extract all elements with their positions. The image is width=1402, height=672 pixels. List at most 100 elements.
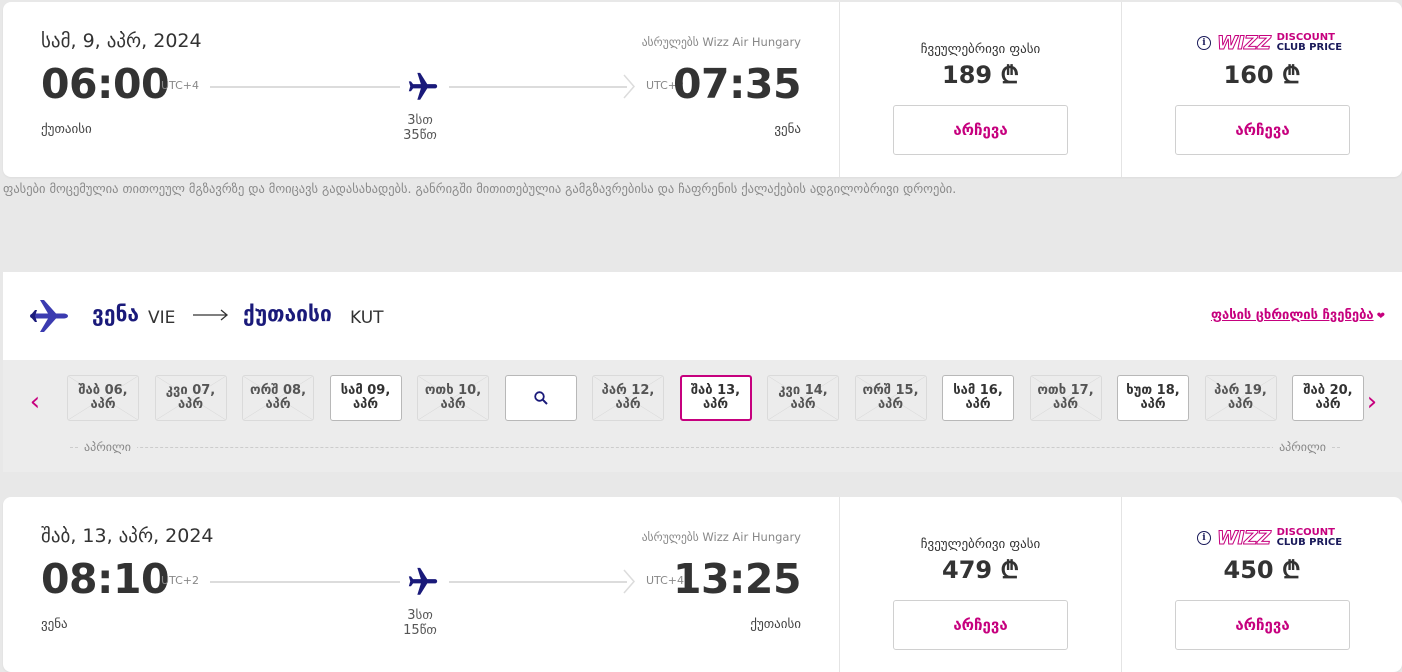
date-chip-day: სამ 09, (340, 382, 391, 398)
destination-code: KUT (350, 308, 384, 328)
date-chip-day: კვი 07, (165, 382, 216, 398)
departure-city: ვენა (41, 617, 68, 632)
operated-by: ასრულებს Wizz Air Hungary (641, 530, 801, 544)
price-disclaimer: ფასები მოცემულია თითოეულ მგზავრზე და მოი… (3, 181, 957, 196)
long-arrow-icon (193, 309, 229, 321)
date-chip[interactable]: ორშ 15, აპრ (854, 375, 927, 421)
show-price-table-link[interactable]: ფასის ცხრილის ჩვენება ❤ (1211, 308, 1385, 323)
airplane-icon (30, 300, 68, 332)
heart-icon: ❤ (1376, 311, 1385, 322)
date-chip-day: შაბ 20, (1303, 382, 1353, 398)
date-chip-day: პარ 19, (1214, 382, 1267, 398)
flight-date: სამ, 9, აპრ, 2024 (41, 30, 202, 52)
date-chip-month: აპრ (1052, 397, 1079, 412)
date-chip-month: აპრ (790, 397, 816, 412)
destination-city: ქუთაისი (243, 302, 332, 326)
date-chip-day: ორშ 15, (862, 382, 919, 398)
date-chip[interactable]: შაბ 20, აპრ (1292, 375, 1364, 421)
date-chip-day: პარ 12, (601, 382, 655, 398)
date-chip-day: კვი 14, (778, 382, 828, 398)
departure-utc: UTC+4 (161, 79, 200, 92)
date-chip[interactable]: პარ 19, აპრ (1204, 375, 1277, 421)
regular-price-value: 479 ₾ (942, 556, 1019, 584)
chevron-right-icon (623, 569, 635, 594)
info-icon[interactable]: i (1197, 531, 1211, 545)
regular-price-label: ჩვეულებრივი ფასი (920, 42, 1041, 57)
outbound-flight-card: სამ, 9, აპრ, 2024 ასრულებს Wizz Air Hung… (3, 2, 1402, 177)
date-chip-day: შაბ 13, (690, 382, 741, 398)
date-chip[interactable]: შაბ 13, აპრ (679, 375, 752, 421)
discount-club-label: DISCOUNT CLUB PRICE (1277, 528, 1343, 548)
date-chip-month: აპრ (440, 397, 466, 412)
departure-time: 08:10 (41, 555, 170, 603)
date-chip-month: აპრ (615, 397, 641, 412)
date-chip-month: აპრ (177, 397, 204, 412)
date-chip[interactable]: პარ 12, აპრ (592, 375, 664, 421)
date-chip[interactable]: შაბ 06, აპრ (67, 375, 139, 421)
date-chip-day: სამ 16, (953, 382, 1003, 398)
chevron-right-icon[interactable]: › (1362, 389, 1382, 415)
month-label: აპრილი (1273, 440, 1332, 454)
arrival-city: ქუთაისი (750, 617, 801, 632)
date-chip[interactable]: კვი 07, აპრ (154, 375, 227, 421)
date-chip[interactable]: ოთხ 10, აპრ (417, 375, 489, 421)
date-chip-month: აპრ (702, 397, 729, 412)
date-chip-day: ოთხ 17, (1037, 382, 1094, 398)
chevron-left-icon[interactable]: ‹ (25, 389, 45, 415)
route-header: ვენა VIE ქუთაისი KUT ფასის ცხრილის ჩვენე… (3, 272, 1402, 360)
return-route-section: ვენა VIE ქუთაისი KUT ფასის ცხრილის ჩვენე… (3, 272, 1402, 472)
wizz-logo: WIZZ (1217, 526, 1272, 549)
date-chip[interactable]: სამ 09, აპრ (329, 375, 402, 421)
date-chip-month: აპრ (1227, 397, 1254, 412)
date-chip-month: აპრ (1140, 397, 1166, 412)
club-price-value: 160 ₾ (1223, 61, 1301, 89)
flight-date: შაბ, 13, აპრ, 2024 (41, 525, 214, 547)
wizz-discount-club-badge: i WIZZ DISCOUNT CLUB PRICE (1197, 528, 1342, 548)
route-line (210, 581, 400, 583)
origin-city: ვენა (92, 302, 140, 326)
chevron-right-icon (623, 74, 635, 99)
date-chip[interactable]: კვი 14, აპრ (767, 375, 839, 421)
departure-city: ქუთაისი (41, 122, 92, 137)
discount-club-label: DISCOUNT CLUB PRICE (1277, 33, 1343, 53)
select-regular-fare-button[interactable]: არჩევა (893, 105, 1068, 155)
regular-price-value: 189 ₾ (942, 61, 1019, 89)
select-club-fare-button[interactable]: არჩევა (1175, 600, 1350, 650)
regular-price-panel: ჩვეულებრივი ფასი 189 ₾ არჩევა (840, 2, 1122, 177)
date-chip-month: აპრ (1315, 397, 1341, 412)
wizz-logo: WIZZ (1217, 31, 1272, 54)
date-chip-day: შაბ 06, (78, 382, 128, 398)
date-chip-month: აპრ (965, 397, 991, 412)
club-price-panel: i WIZZ DISCOUNT CLUB PRICE 450 ₾ არჩევა (1122, 497, 1402, 672)
date-chip-day: ხუთ 18, (1126, 382, 1180, 398)
airplane-icon (408, 72, 438, 100)
operated-by: ასრულებს Wizz Air Hungary (641, 35, 801, 49)
date-chip[interactable]: ხუთ 18, აპრ (1117, 375, 1189, 421)
flight-details: სამ, 9, აპრ, 2024 ასრულებს Wizz Air Hung… (3, 2, 840, 177)
return-flight-card: შაბ, 13, აპრ, 2024 ასრულებს Wizz Air Hun… (3, 497, 1402, 672)
club-price-label: CLUB PRICE (1276, 42, 1343, 53)
date-selector: ‹ შაბ 06, აპრ კვი 07, აპრ ორშ 08, აპრ სამ 09, ა… (3, 360, 1402, 472)
airplane-icon (408, 567, 438, 595)
select-club-fare-button[interactable]: არჩევა (1175, 105, 1350, 155)
select-regular-fare-button[interactable]: არჩევა (893, 600, 1068, 650)
date-chip-month: აპრ (877, 397, 904, 412)
flight-duration: 3სთ 35წთ (403, 113, 437, 143)
route-line (449, 86, 627, 88)
month-divider (70, 447, 1340, 448)
route-line (210, 86, 400, 88)
flight-duration: 3სთ 15წთ (403, 608, 437, 638)
date-chip[interactable]: ორშ 08, აპრ (242, 375, 314, 421)
flight-details: შაბ, 13, აპრ, 2024 ასრულებს Wizz Air Hun… (3, 497, 840, 672)
date-chip[interactable]: ოთხ 17, აპრ (1029, 375, 1102, 421)
date-chip-day: ოთხ 10, (424, 382, 482, 398)
date-chip-day: ორშ 08, (249, 382, 307, 398)
departure-time: 06:00 (41, 60, 170, 108)
date-chip[interactable]: სამ 16, აპრ (942, 375, 1014, 421)
info-icon[interactable]: i (1197, 36, 1211, 50)
date-chip-month: აპრ (352, 397, 379, 412)
arrival-time: 13:25 (672, 555, 802, 603)
arrival-city: ვენა (774, 122, 801, 137)
date-chip-month: აპრ (90, 397, 116, 412)
date-search-button[interactable] (504, 375, 577, 421)
